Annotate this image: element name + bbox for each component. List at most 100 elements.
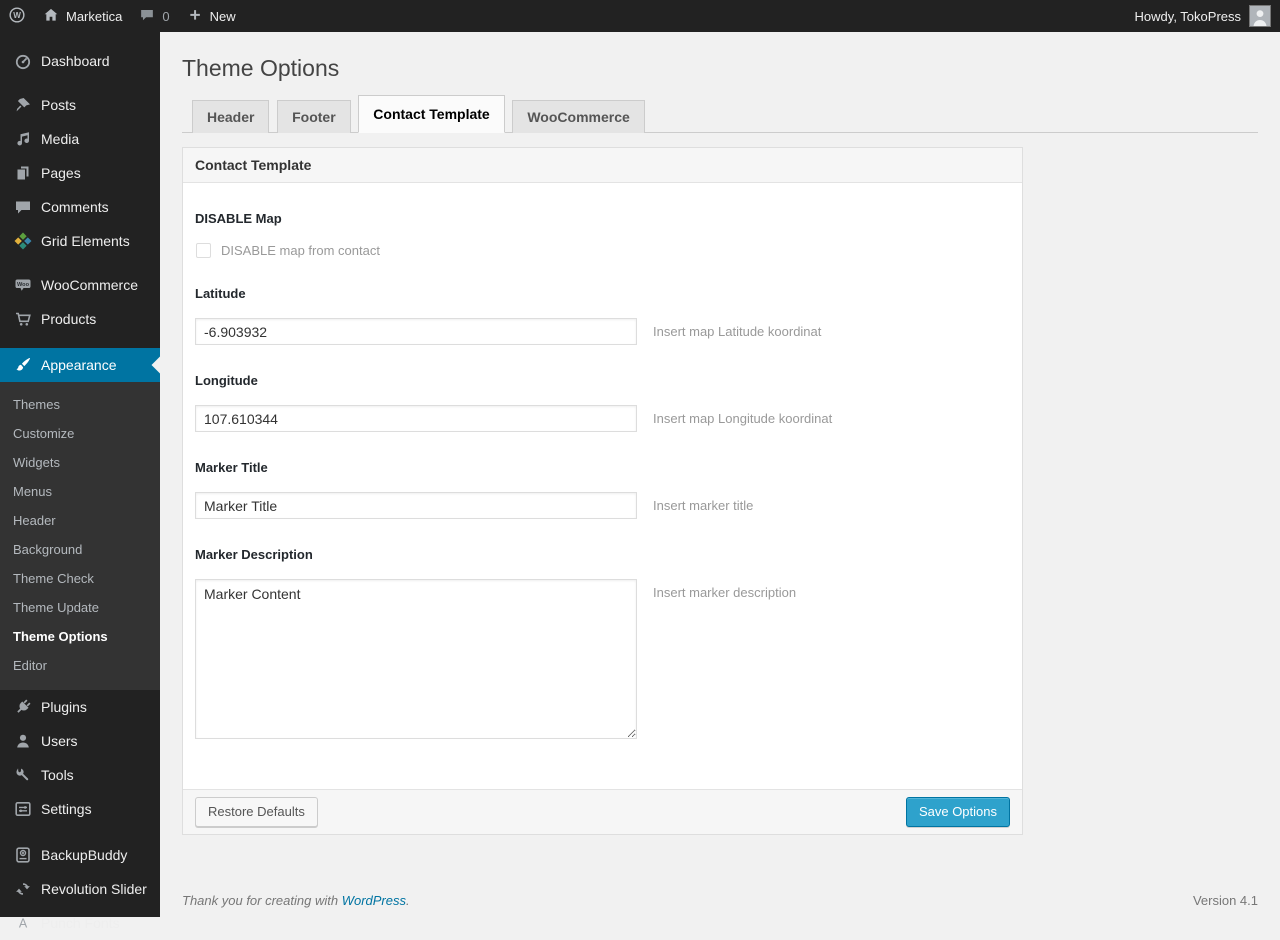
main-content: Theme Options Header Footer Contact Temp… <box>160 32 1280 917</box>
submenu-item-theme-update[interactable]: Theme Update <box>0 593 160 622</box>
tab-header[interactable]: Header <box>192 100 270 133</box>
submenu-item-editor[interactable]: Editor <box>0 651 160 680</box>
svg-text:Woo: Woo <box>17 282 30 288</box>
save-options-button[interactable]: Save Options <box>905 797 1010 827</box>
restore-defaults-button[interactable]: Restore Defaults <box>195 797 318 827</box>
marker-description-field: Marker Description Marker Content Insert… <box>195 547 1010 739</box>
sidebar-item-label: Settings <box>41 801 92 817</box>
settings-sliders-icon <box>13 799 33 819</box>
field-hint: Insert map Longitude koordinat <box>653 411 833 426</box>
avatar <box>1249 5 1271 27</box>
menu-separator <box>0 336 160 348</box>
comment-count: 0 <box>162 8 170 24</box>
dashboard-icon <box>13 51 33 71</box>
menu-separator <box>0 78 160 88</box>
tab-contact-template[interactable]: Contact Template <box>358 95 505 133</box>
sidebar-item-products[interactable]: Products <box>0 302 160 336</box>
submenu-item-widgets[interactable]: Widgets <box>0 448 160 477</box>
home-icon <box>42 6 60 27</box>
sidebar-item-label: Plugins <box>41 699 87 715</box>
field-label: DISABLE Map <box>195 211 282 226</box>
sidebar-item-label: Posts <box>41 97 77 113</box>
thanks-text: Thank you for creating with <box>182 893 339 908</box>
site-name-link[interactable]: Marketica <box>34 0 130 32</box>
theme-options-tabs: Header Footer Contact Template WooCommer… <box>182 95 1258 133</box>
sidebar-item-label: Dashboard <box>41 53 110 69</box>
version-text: Version 4.1 <box>1192 893 1258 908</box>
comment-bubble-icon <box>138 6 156 27</box>
field-hint: Insert marker description <box>653 585 797 600</box>
sidebar-item-appearance[interactable]: Appearance <box>0 348 169 382</box>
appearance-submenu: Themes Customize Widgets Menus Header Ba… <box>0 382 160 690</box>
sidebar-item-label: Comments <box>41 199 109 215</box>
comments-icon <box>13 197 33 217</box>
comments-shortcut[interactable]: 0 <box>130 0 177 32</box>
site-name: Marketica <box>66 8 123 24</box>
disable-map-checkbox[interactable] <box>196 243 211 258</box>
footer-thanks: Thank you for creating with WordPress. <box>182 893 410 908</box>
new-content-menu[interactable]: New <box>178 0 244 32</box>
paintbrush-icon <box>13 355 33 375</box>
submenu-item-theme-check[interactable]: Theme Check <box>0 564 160 593</box>
sidebar-item-users[interactable]: Users <box>0 724 160 758</box>
sidebar-item-comments[interactable]: Comments <box>0 190 160 224</box>
letter-a-icon: A <box>13 913 33 933</box>
panel-title: Contact Template <box>183 148 1022 183</box>
sidebar-item-revolution-slider[interactable]: Revolution Slider <box>0 872 160 906</box>
submenu-item-background[interactable]: Background <box>0 535 160 564</box>
sidebar-item-label: Punch Fonts <box>41 915 120 931</box>
pages-icon <box>13 163 33 183</box>
field-label: Latitude <box>195 286 246 301</box>
wordpress-logo-menu[interactable]: W <box>0 0 34 32</box>
svg-text:W: W <box>13 11 21 20</box>
sidebar-item-plugins[interactable]: Plugins <box>0 690 160 724</box>
sidebar-item-woocommerce[interactable]: Woo WooCommerce <box>0 268 160 302</box>
page-title: Theme Options <box>182 55 340 81</box>
sidebar-item-tools[interactable]: Tools <box>0 758 160 792</box>
sidebar-item-label: WooCommerce <box>41 277 138 293</box>
marker-description-textarea[interactable]: Marker Content <box>195 579 637 739</box>
menu-separator <box>0 258 160 268</box>
sidebar-item-dashboard[interactable]: Dashboard <box>0 44 160 78</box>
plus-icon <box>186 6 204 27</box>
checkbox-row: DISABLE map from contact <box>195 243 1010 258</box>
tab-footer[interactable]: Footer <box>277 100 351 133</box>
sidebar-item-grid-elements[interactable]: Grid Elements <box>0 224 160 258</box>
sidebar-item-pages[interactable]: Pages <box>0 156 160 190</box>
sidebar-item-posts[interactable]: Posts <box>0 88 160 122</box>
wordpress-link[interactable]: WordPress <box>342 893 406 908</box>
latitude-input[interactable] <box>195 318 637 345</box>
contact-template-panel: Contact Template DISABLE Map DISABLE map… <box>182 147 1023 835</box>
new-label: New <box>209 8 236 24</box>
my-account-menu[interactable]: Howdy, TokoPress <box>1126 0 1280 32</box>
menu-separator <box>0 826 160 838</box>
sidebar-item-media[interactable]: Media <box>0 122 160 156</box>
submenu-item-themes[interactable]: Themes <box>0 390 160 419</box>
pushpin-icon <box>13 95 33 115</box>
submenu-item-menus[interactable]: Menus <box>0 477 160 506</box>
longitude-field: Longitude Insert map Longitude koordinat <box>195 373 1010 432</box>
checkbox-label: DISABLE map from contact <box>221 243 380 258</box>
tab-woocommerce[interactable]: WooCommerce <box>512 100 645 133</box>
submenu-item-theme-options[interactable]: Theme Options <box>0 622 160 651</box>
sidebar-item-settings[interactable]: Settings <box>0 792 160 826</box>
page-footer: Thank you for creating with WordPress. V… <box>182 893 1258 908</box>
wordpress-logo-icon: W <box>8 6 26 27</box>
refresh-arrows-icon <box>13 879 33 899</box>
thanks-suffix: . <box>406 893 410 908</box>
sidebar-item-label: Pages <box>41 165 81 181</box>
longitude-input[interactable] <box>195 405 637 432</box>
grid-elements-icon <box>13 231 33 251</box>
sidebar-item-label: Products <box>41 311 97 327</box>
sidebar-item-punch-fonts[interactable]: A Punch Fonts <box>0 906 160 940</box>
cart-icon <box>13 309 33 329</box>
admin-bar: W Marketica 0 New Howdy, TokoPress <box>0 0 1280 32</box>
sidebar-item-label: Appearance <box>41 357 117 373</box>
media-note-icon <box>13 129 33 149</box>
sidebar-item-label: Tools <box>41 767 74 783</box>
submenu-item-header[interactable]: Header <box>0 506 160 535</box>
sidebar-item-label: Media <box>41 131 80 147</box>
marker-title-input[interactable] <box>195 492 637 519</box>
submenu-item-customize[interactable]: Customize <box>0 419 160 448</box>
sidebar-item-backupbuddy[interactable]: BackupBuddy <box>0 838 160 872</box>
